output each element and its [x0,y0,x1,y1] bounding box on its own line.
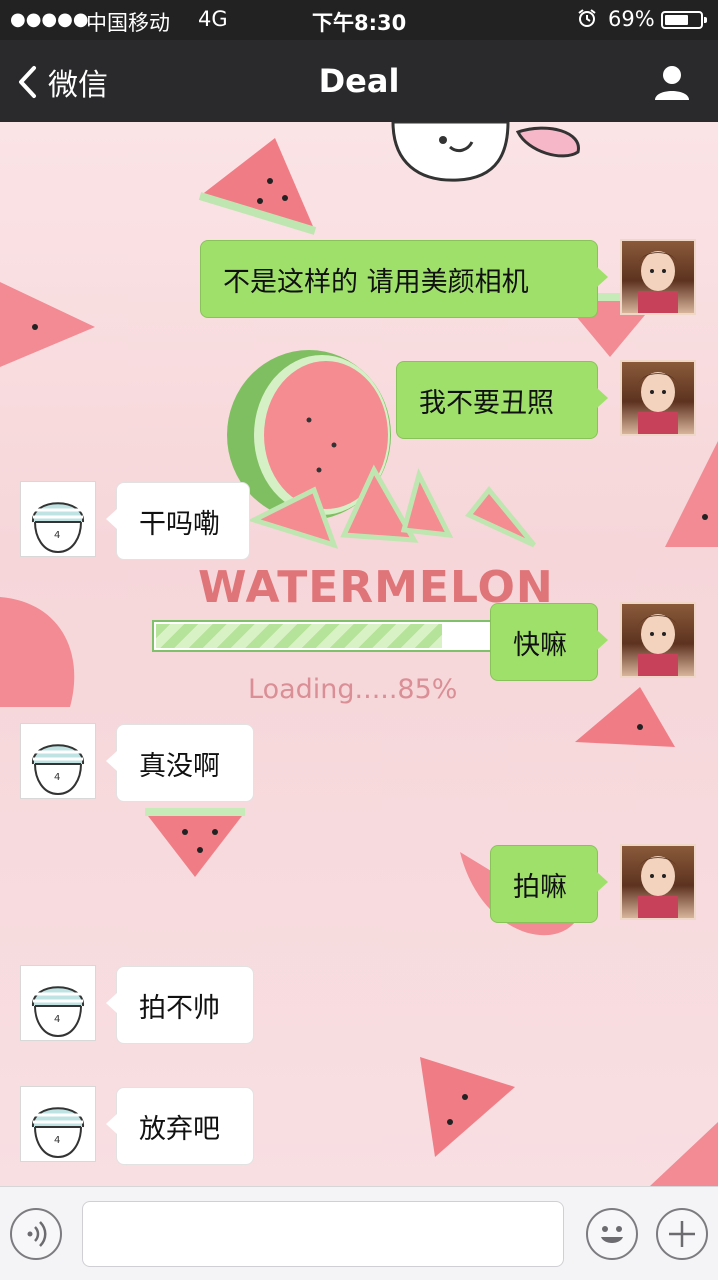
watermelon-slice-decoration [650,1122,718,1186]
message-input[interactable] [82,1201,564,1267]
loading-progress-bar [152,620,496,652]
avatar[interactable] [620,602,696,678]
status-bar: ●●●●● 中国移动 4G 下午8:30 69% [0,0,718,40]
loading-text: Loading.....85% [248,674,458,705]
network-type: 4G [198,7,228,31]
message-bubble-sent[interactable]: 快嘛 [490,603,608,681]
chat-area[interactable]: watermelon Loading.....85% 不是这样的 请用美颜相机 … [0,122,718,1186]
chat-title: Deal [318,62,400,100]
avatar[interactable]: 4 [20,965,96,1041]
avatar[interactable]: 4 [20,723,96,799]
voice-icon[interactable] [10,1208,62,1260]
avatar[interactable] [620,844,696,920]
message-bubble-sent[interactable]: 我不要丑照 [396,361,608,439]
watermelon-slice-decoration [145,808,245,877]
battery-level [665,15,689,25]
clock: 下午8:30 [312,11,407,35]
signal-strength: ●●●●● [10,9,89,30]
avatar[interactable]: 4 [20,1086,96,1162]
avatar[interactable]: 4 [20,481,96,557]
watermelon-slice-decoration [0,282,95,367]
message-bubble-received[interactable]: 放弃吧 [106,1087,254,1165]
loading-progress-fill [156,624,442,648]
svg-text:4: 4 [54,530,60,541]
svg-text:4: 4 [54,772,60,783]
battery-icon [661,11,707,29]
avatar[interactable] [620,239,696,315]
message-bubble-received[interactable]: 拍不帅 [106,966,254,1044]
message-bubble-received[interactable]: 真没啊 [106,724,254,802]
avatar[interactable] [620,360,696,436]
message-bubble-sent[interactable]: 拍嘛 [490,845,608,923]
alarm-clock-icon [577,8,597,28]
watermelon-slice-decoration [198,138,317,235]
message-bubble-received[interactable]: 干吗嘞 [106,482,250,560]
battery-percent: 69% [608,7,655,31]
watermelon-slice-decoration [575,687,675,747]
cartoon-cat-decoration [391,122,580,182]
nav-bar: 微信 Deal [0,40,718,122]
plus-icon[interactable] [656,1208,708,1260]
watermelon-slice-decoration [0,597,75,707]
watermelon-slice-decoration [420,1057,515,1157]
svg-text:4: 4 [54,1135,60,1146]
watermelon-slice-decoration [665,441,718,547]
input-bar [0,1186,718,1280]
emoji-icon[interactable] [586,1208,638,1260]
person-icon[interactable] [652,62,692,102]
message-bubble-sent[interactable]: 不是这样的 请用美颜相机 [200,240,608,318]
carrier-name: 中国移动 [86,11,170,35]
svg-text:4: 4 [54,1014,60,1025]
